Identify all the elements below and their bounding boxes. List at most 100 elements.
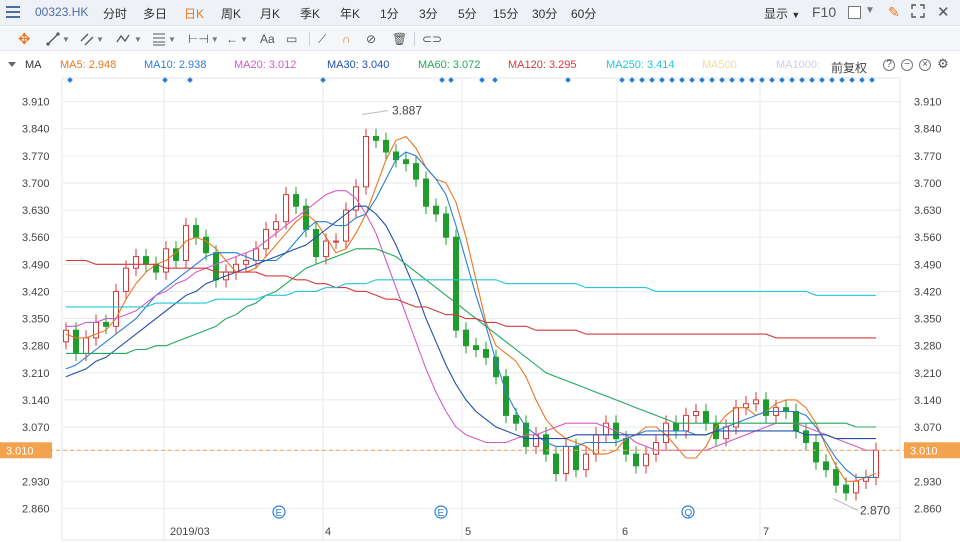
low-price-label: 2.870: [860, 504, 890, 518]
candle-body: [313, 228, 319, 258]
magnet-icon: ∩: [342, 32, 351, 46]
candlestick: [553, 446, 559, 482]
magnet-tool[interactable]: ∩: [342, 30, 351, 48]
period-tab[interactable]: 季K: [300, 5, 320, 22]
candle-body: [423, 178, 429, 207]
fibonacci-icon: [153, 33, 165, 46]
period-tab[interactable]: 分时: [103, 5, 127, 22]
candle-body: [663, 422, 669, 444]
layout-checkbox[interactable]: [848, 6, 861, 19]
candle-body: [183, 225, 189, 261]
event-marker: [779, 77, 785, 83]
menu-icon[interactable]: [6, 6, 20, 20]
period-tab[interactable]: 3分: [419, 5, 438, 22]
candle-body: [783, 407, 789, 413]
crosshair-tool[interactable]: ✥: [18, 30, 31, 48]
candlestick: [163, 241, 169, 280]
candle-body: [843, 484, 849, 494]
wave-icon: [116, 34, 130, 43]
help-icon[interactable]: ?: [883, 59, 895, 71]
candlestick: [753, 392, 759, 412]
hide-drawings-tool[interactable]: ⊘: [366, 30, 376, 48]
candle-body: [83, 337, 89, 354]
candle-body: [403, 159, 409, 165]
close-circle-icon[interactable]: ×: [919, 59, 931, 71]
text-tool[interactable]: Aa: [260, 30, 275, 48]
event-marker: [565, 77, 571, 83]
note-tool[interactable]: ▭: [286, 30, 297, 48]
y-tick-label: 3.350: [914, 314, 942, 326]
candlestick: [763, 392, 769, 424]
x-axis-label: 5: [465, 526, 471, 538]
period-tab-active[interactable]: 日K: [184, 5, 204, 22]
delete-drawings-tool[interactable]: 🗑: [392, 30, 407, 48]
measure-tool[interactable]: ⊢⊣ ▼: [188, 30, 219, 48]
f10-button[interactable]: F10: [812, 4, 836, 20]
chevron-down-icon[interactable]: ▼: [865, 5, 875, 16]
eye-off-icon: ⊘: [366, 32, 377, 46]
event-marker: [679, 77, 685, 83]
candlestick: [173, 241, 179, 269]
candlestick: [453, 229, 459, 338]
chart-frame: [61, 77, 901, 541]
ma-item: MA500: [702, 59, 737, 71]
candlestick: [703, 403, 709, 431]
collapse-icon[interactable]: [8, 62, 16, 67]
event-marker: [162, 77, 168, 83]
period-tab[interactable]: 60分: [571, 5, 596, 22]
y-tick-label: 3.350: [22, 314, 50, 326]
ma-title: MA: [25, 59, 42, 71]
candle-body: [763, 399, 769, 416]
period-tab[interactable]: 15分: [493, 5, 518, 22]
expand-icon[interactable]: [911, 4, 925, 18]
minus-icon[interactable]: −: [901, 59, 913, 71]
candlestick: [563, 438, 569, 482]
candlestick-chart[interactable]: 3.910 3.910 3.840 3.840 3.770 3.770 3.700 3.700…: [0, 0, 960, 543]
candlestick: [833, 461, 839, 493]
period-tab[interactable]: 多日: [143, 5, 167, 22]
period-tab[interactable]: 年K: [340, 5, 360, 22]
candle-body: [233, 263, 239, 273]
candlestick: [863, 469, 869, 490]
event-badge-label: E: [438, 508, 445, 519]
candle-body: [823, 461, 829, 471]
candlestick: [183, 217, 189, 269]
period-tab[interactable]: 月K: [260, 5, 280, 22]
ma-item: MA1000:: [776, 59, 821, 71]
candle-body: [563, 445, 569, 475]
candle-body: [433, 205, 439, 215]
event-marker: [829, 77, 835, 83]
adjust-button[interactable]: 前复权: [831, 59, 867, 76]
wave-tool[interactable]: ▼: [116, 30, 142, 48]
period-tab[interactable]: 30分: [532, 5, 557, 22]
candlestick: [333, 233, 339, 249]
period-tab[interactable]: 1分: [380, 5, 399, 22]
candlestick: [573, 438, 579, 478]
channel-tool[interactable]: ▼: [80, 30, 104, 48]
close-icon[interactable]: ✕: [937, 3, 950, 21]
period-tab[interactable]: 5分: [458, 5, 477, 22]
settings-icon[interactable]: ⚙: [937, 57, 949, 71]
candlestick: [293, 186, 299, 214]
line-tool[interactable]: ▼: [46, 30, 70, 48]
candle-body: [803, 430, 809, 444]
candlestick: [63, 322, 69, 350]
eraser-tool[interactable]: ⟋: [318, 30, 326, 48]
toolbar-divider: [414, 32, 415, 46]
candlestick: [223, 264, 229, 288]
fib-tool[interactable]: ▼: [152, 30, 176, 48]
candlestick: [843, 477, 849, 501]
stock-code[interactable]: 00323.HK: [35, 5, 88, 19]
period-tab[interactable]: 周K: [221, 5, 241, 22]
pencil-icon[interactable]: ✎: [888, 4, 900, 21]
drawing-toolbar: ✥ ▼ ▼ ▼ ▼ ⊢⊣ ▼ ← ▼ Aa ▭ ⟋ ∩ ⊘ 🗑 ⊂⊃: [0, 27, 960, 51]
candlestick: [143, 248, 149, 273]
arrow-tool[interactable]: ← ▼: [226, 30, 248, 48]
candle-body: [443, 213, 449, 238]
candlestick: [673, 415, 679, 439]
link-tool[interactable]: ⊂⊃: [422, 30, 442, 48]
display-dropdown[interactable]: 显示 ▼: [764, 5, 800, 22]
candle-body: [523, 422, 529, 447]
event-marker: [619, 77, 625, 83]
candlestick: [153, 256, 159, 280]
